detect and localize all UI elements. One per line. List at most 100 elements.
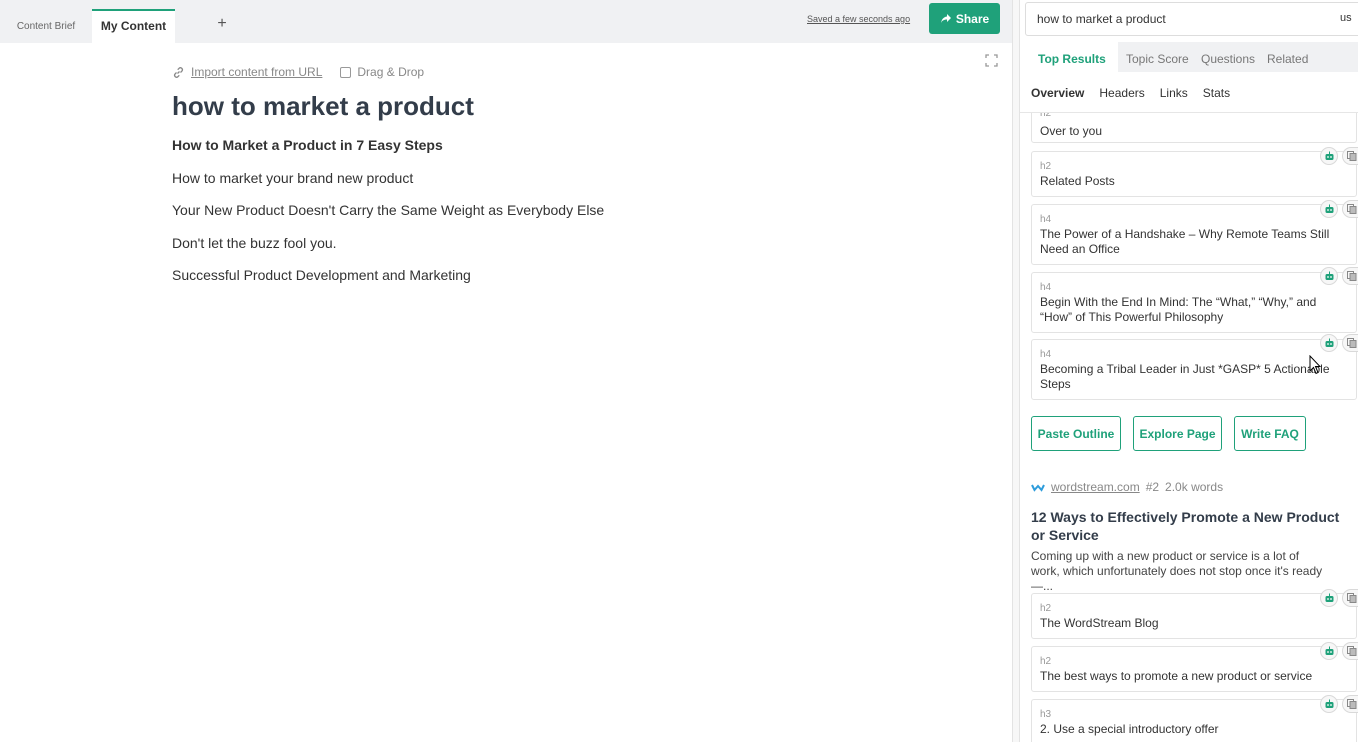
saved-status[interactable]: Saved a few seconds ago	[807, 14, 910, 24]
copy-icon	[1347, 699, 1357, 709]
header-card[interactable]: h2 Related Posts	[1031, 151, 1357, 197]
header-card[interactable]: h2 The WordStream Blog	[1031, 593, 1357, 639]
subtab-headers[interactable]: Headers	[1099, 86, 1144, 100]
header-card[interactable]: h2 Over to you	[1031, 112, 1357, 143]
copy-button[interactable]	[1342, 267, 1358, 285]
robot-icon	[1325, 646, 1333, 655]
robot-icon	[1325, 151, 1333, 160]
drag-drop-label: Drag & Drop	[357, 65, 425, 79]
robot-icon	[1325, 593, 1333, 602]
header-text: The best ways to promote a new product o…	[1040, 669, 1313, 683]
header-text: 2. Use a special introductory offer	[1040, 722, 1219, 736]
mouse-cursor-icon	[1309, 355, 1321, 375]
link-icon	[173, 66, 184, 78]
panel-subtabs: Overview Headers Links Stats	[1031, 86, 1230, 100]
subtab-links[interactable]: Links	[1160, 86, 1188, 100]
header-level: h2	[1040, 656, 1052, 667]
add-tab-button[interactable]: +	[212, 9, 232, 43]
document-body[interactable]: How to Market a Product in 7 Easy Steps …	[172, 137, 604, 300]
header-text: Over to you	[1040, 124, 1103, 138]
write-faq-button[interactable]: Write FAQ	[1234, 416, 1306, 451]
copy-icon	[1347, 151, 1357, 161]
document-line[interactable]: How to market your brand new product	[172, 170, 604, 203]
wordstream-logo-icon	[1031, 484, 1045, 492]
ai-write-button[interactable]	[1320, 695, 1338, 713]
share-icon	[940, 13, 951, 23]
header-text: Begin With the End In Mind: The “What,” …	[1040, 295, 1317, 324]
copy-button[interactable]	[1342, 589, 1358, 607]
editor-topbar: Content Brief My Content + Saved a few s…	[0, 0, 1012, 43]
tab-questions[interactable]: Questions	[1201, 52, 1255, 66]
header-text: The Power of a Handshake – Why Remote Te…	[1040, 227, 1330, 256]
ai-write-button[interactable]	[1320, 267, 1338, 285]
robot-icon	[1325, 271, 1333, 280]
tab-related[interactable]: Related	[1267, 52, 1308, 66]
header-text: Becoming a Tribal Leader in Just *GASP* …	[1040, 362, 1330, 391]
paste-outline-button[interactable]: Paste Outline	[1031, 416, 1121, 451]
subtab-stats[interactable]: Stats	[1203, 86, 1230, 100]
header-level: h2	[1040, 112, 1052, 119]
tab-my-content[interactable]: My Content	[92, 9, 175, 43]
copy-icon	[1347, 338, 1357, 348]
import-from-url-link[interactable]: Import content from URL	[191, 65, 322, 79]
tab-content-brief[interactable]: Content Brief	[0, 9, 92, 43]
robot-icon	[1325, 338, 1333, 347]
header-text: The WordStream Blog	[1040, 616, 1159, 630]
copy-button[interactable]	[1342, 147, 1358, 165]
copy-icon	[1347, 646, 1357, 656]
header-card[interactable]: h4 The Power of a Handshake – Why Remote…	[1031, 204, 1357, 265]
search-value: how to market a product	[1037, 12, 1166, 26]
ai-write-button[interactable]	[1320, 200, 1338, 218]
share-label: Share	[955, 11, 990, 26]
panel-tabs: Top Results Topic Score Questions Relate…	[1026, 42, 1358, 72]
copy-button[interactable]	[1342, 334, 1358, 352]
editor-pane: Content Brief My Content + Saved a few s…	[0, 0, 1012, 742]
copy-button[interactable]	[1342, 695, 1358, 713]
tab-top-results[interactable]: Top Results	[1026, 42, 1118, 72]
robot-icon	[1325, 204, 1333, 213]
ai-write-button[interactable]	[1320, 147, 1338, 165]
result-word-count: 2.0k words	[1165, 480, 1224, 494]
robot-icon	[1325, 699, 1333, 708]
ai-write-button[interactable]	[1320, 334, 1338, 352]
copy-icon	[1347, 593, 1357, 603]
subtab-overview[interactable]: Overview	[1031, 86, 1084, 100]
header-level: h4	[1040, 282, 1052, 293]
copy-icon	[1347, 271, 1357, 281]
result-rank: #2	[1145, 480, 1160, 494]
header-level: h2	[1040, 603, 1052, 614]
explore-page-button[interactable]: Explore Page	[1133, 416, 1222, 451]
ai-write-button[interactable]	[1320, 642, 1338, 660]
drag-drop-checkbox[interactable]	[340, 66, 352, 78]
app-window: Content Brief My Content + Saved a few s…	[0, 0, 1358, 742]
ai-write-button[interactable]	[1320, 589, 1338, 607]
document-line[interactable]: Your New Product Doesn't Carry the Same …	[172, 202, 604, 235]
share-button[interactable]: Share	[929, 3, 1000, 34]
result-domain-link[interactable]: wordstream.com	[1051, 480, 1140, 494]
header-level: h4	[1040, 349, 1052, 360]
fullscreen-icon[interactable]	[985, 54, 998, 67]
copy-button[interactable]	[1342, 200, 1358, 218]
tab-topic-score[interactable]: Topic Score	[1126, 52, 1189, 66]
header-level: h2	[1040, 161, 1052, 172]
locale-selector[interactable]: us	[1340, 12, 1352, 24]
result-description: Coming up with a new product or service …	[1031, 549, 1323, 593]
result-title[interactable]: 12 Ways to Effectively Promote a New Pro…	[1031, 508, 1351, 544]
header-card[interactable]: h3 2. Use a special introductory offer	[1031, 699, 1357, 742]
header-level: h3	[1040, 709, 1052, 720]
keyword-search-input[interactable]: how to market a product us	[1025, 2, 1358, 36]
pane-divider[interactable]	[1012, 0, 1020, 742]
header-level: h4	[1040, 214, 1052, 225]
editor-toolbar: Import content from URL Drag & Drop	[172, 64, 424, 80]
copy-icon	[1347, 204, 1357, 214]
research-panel: how to market a product us Top Results T…	[1020, 0, 1358, 742]
document-line[interactable]: Successful Product Development and Marke…	[172, 267, 604, 300]
header-text: Related Posts	[1040, 174, 1115, 188]
result-meta: wordstream.com #2 2.0k words	[1031, 480, 1223, 494]
document-title[interactable]: how to market a product	[172, 91, 474, 122]
document-line[interactable]: Don't let the buzz fool you.	[172, 235, 604, 268]
document-line[interactable]: How to Market a Product in 7 Easy Steps	[172, 137, 604, 170]
copy-button[interactable]	[1342, 642, 1358, 660]
header-card[interactable]: h4 Begin With the End In Mind: The “What…	[1031, 272, 1357, 333]
header-card[interactable]: h2 The best ways to promote a new produc…	[1031, 646, 1357, 692]
